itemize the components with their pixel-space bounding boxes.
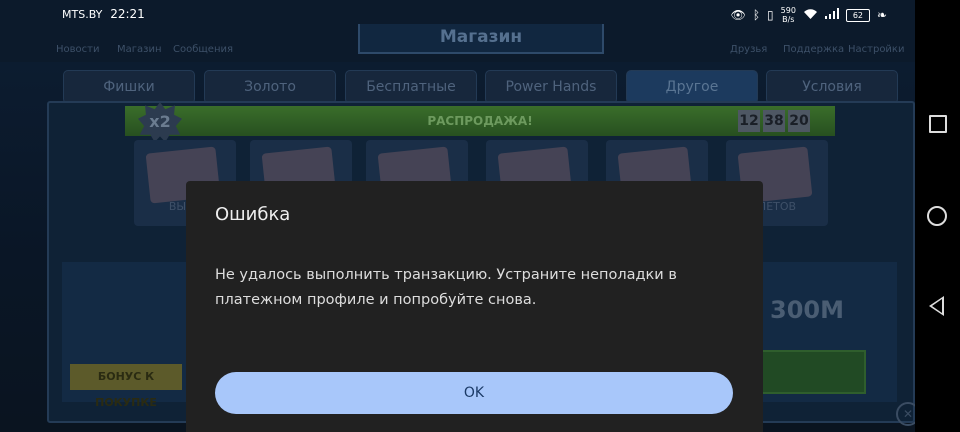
tab-other[interactable]: Другое [626, 70, 758, 104]
sale-timer: 12 38 20 [738, 110, 813, 134]
nav-support[interactable]: Поддержка [783, 44, 844, 55]
nav-news[interactable]: Новости [56, 44, 99, 55]
nav-shop[interactable]: Магазин [117, 44, 162, 55]
shop-tabs: Фишки Золото Бесплатные спины Power Hand… [63, 70, 898, 127]
network-speed: 590 B/s [781, 6, 796, 24]
timer-seconds: 20 [788, 110, 810, 132]
ok-button[interactable]: OK [215, 372, 733, 414]
tab-free-spins[interactable]: Бесплатные спины [345, 70, 477, 127]
nav-friends[interactable]: Друзья [730, 44, 767, 55]
network-speed-value: 590 [780, 6, 796, 15]
eye-icon: 👁 [730, 8, 746, 22]
sale-banner-text: РАСПРОДАЖА! [427, 114, 533, 128]
timer-minutes: 38 [763, 110, 785, 132]
sale-banner: РАСПРОДАЖА! [125, 106, 835, 136]
leaf-icon: ❧ [876, 8, 887, 22]
chips-amount: 300M [770, 296, 844, 324]
navigation-bar [915, 0, 960, 432]
status-right: 👁 ᛒ ▯ 590 B/s 62 ❧ [731, 4, 887, 26]
screen: Новости Магазин Сообщения Магазин Друзья… [0, 0, 960, 432]
home-icon[interactable] [927, 206, 947, 226]
recent-apps-icon[interactable] [929, 115, 947, 133]
tab-gold[interactable]: Золото [204, 70, 336, 104]
wifi-icon [803, 8, 818, 23]
tab-power-hands[interactable]: Power Hands [485, 70, 617, 104]
error-dialog: Ошибка Не удалось выполнить транзакцию. … [186, 181, 763, 432]
tab-terms[interactable]: Условия [766, 70, 898, 104]
back-icon[interactable] [929, 296, 944, 316]
bluetooth-icon: ᛒ [752, 8, 761, 22]
dialog-title: Ошибка [215, 204, 291, 225]
nav-messages[interactable]: Сообщения [173, 44, 233, 55]
network-speed-unit: B/s [782, 15, 795, 24]
timer-hours: 12 [738, 110, 760, 132]
signal-icon [824, 8, 839, 22]
status-left: MTS.BY 22:21 [62, 7, 145, 21]
bonus-label: БОНУС К ПОКУПКЕ [70, 364, 182, 409]
clock: 22:21 [110, 7, 145, 21]
vibrate-icon: ▯ [767, 8, 774, 22]
status-bar: MTS.BY 22:21 👁 ᛒ ▯ 590 B/s 62 ❧ [0, 0, 915, 30]
dialog-message: Не удалось выполнить транзакцию. Устрани… [215, 267, 677, 308]
nav-settings[interactable]: Настройки [848, 44, 904, 55]
tab-chips[interactable]: Фишки [63, 70, 195, 104]
carrier-name: MTS.BY [62, 8, 103, 21]
battery-icon: 62 [845, 8, 870, 22]
